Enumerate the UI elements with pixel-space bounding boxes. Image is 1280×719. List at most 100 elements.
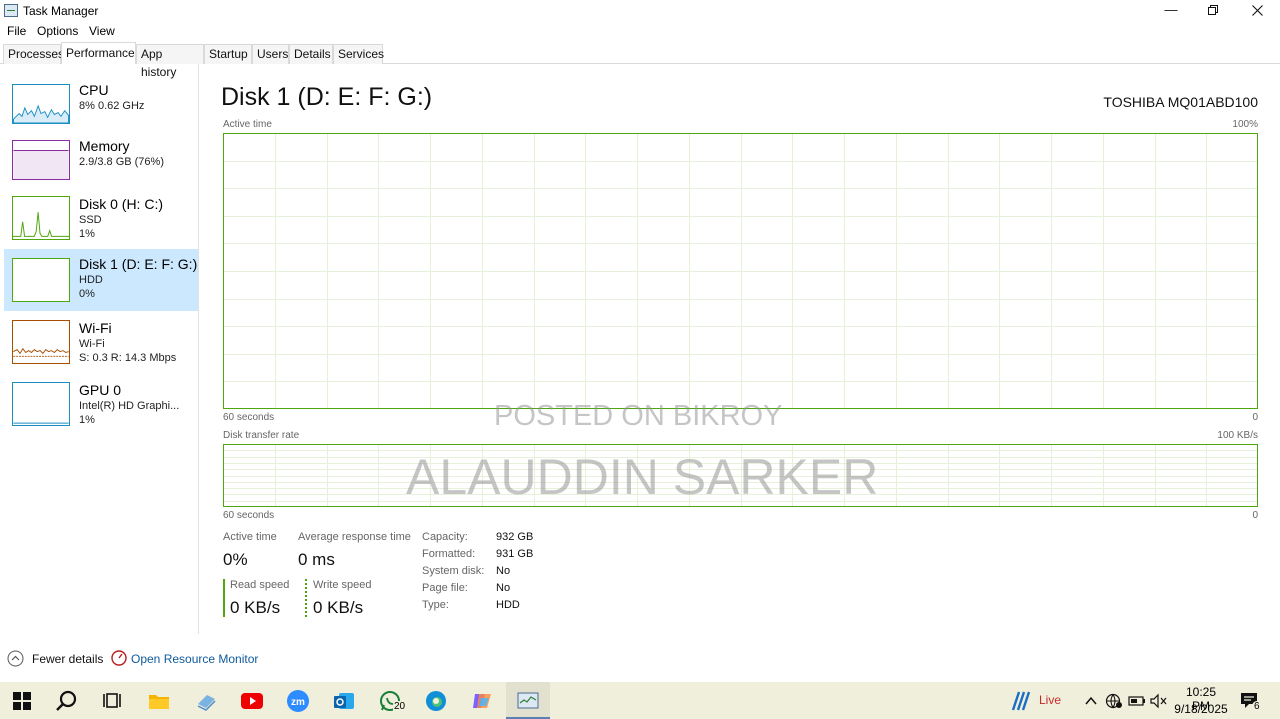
tab-app-history[interactable]: App history xyxy=(136,44,204,79)
sidebar-memory-name: Memory xyxy=(79,138,130,154)
detail-formatted-value: 931 GB xyxy=(496,548,534,560)
transfer-chart-max: 100 KB/s xyxy=(1217,430,1258,441)
disk0-thumbnail xyxy=(12,196,70,240)
detail-system-disk-key: System disk: xyxy=(422,565,485,577)
taskbar: zm 20 Live 10:25 PM 9/18/2025 6 xyxy=(0,682,1280,719)
memory-thumbnail xyxy=(12,140,70,180)
resource-sidebar: CPU 8% 0.62 GHz Memory 2.9/3.8 GB (76%) … xyxy=(0,64,199,634)
menu-view[interactable]: View xyxy=(89,24,115,38)
live-label[interactable]: Live xyxy=(1039,693,1061,707)
page-title: Disk 1 (D: E: F: G:) xyxy=(221,83,433,111)
sidebar-disk1-name: Disk 1 (D: E: F: G:) xyxy=(79,256,198,272)
sidebar-item-wifi[interactable]: Wi-Fi Wi-Fi S: 0.3 R: 14.3 Mbps xyxy=(4,302,198,364)
menu-file[interactable]: File xyxy=(7,24,26,38)
detail-type-value: HDD xyxy=(496,599,520,611)
tab-startup[interactable]: Startup xyxy=(204,44,252,64)
clock-date[interactable]: 9/18/2025 xyxy=(1174,702,1228,716)
notification-badge: 6 xyxy=(1252,701,1262,712)
minimize-button[interactable]: — xyxy=(1148,0,1194,22)
gpu0-thumbnail xyxy=(12,382,70,426)
disk-model: TOSHIBA MQ01ABD100 xyxy=(1103,94,1258,110)
search-icon[interactable] xyxy=(56,690,78,712)
windows-start-icon[interactable] xyxy=(13,692,31,710)
tab-processes[interactable]: Processes xyxy=(3,44,64,64)
active-time-chart-min: 0 xyxy=(1252,412,1258,423)
sidebar-gpu0-name: GPU 0 xyxy=(79,382,122,398)
outlook-icon[interactable] xyxy=(333,690,355,712)
resource-monitor-icon xyxy=(111,650,127,671)
sidebar-item-gpu0[interactable]: GPU 0 Intel(R) HD Graphi... 1% xyxy=(4,364,198,426)
active-time-chart-max: 100% xyxy=(1232,119,1258,130)
task-manager-icon xyxy=(4,4,18,17)
stat-read-speed-value: 0 KB/s xyxy=(230,598,281,617)
stat-active-time-value: 0% xyxy=(223,550,248,569)
detail-formatted-key: Formatted: xyxy=(422,548,476,560)
tab-details[interactable]: Details xyxy=(289,44,333,64)
live-cricket-icon[interactable] xyxy=(1009,690,1031,712)
close-icon xyxy=(1251,5,1263,16)
active-time-chart xyxy=(223,133,1258,409)
sidebar-item-memory[interactable]: Memory 2.9/3.8 GB (76%) xyxy=(4,120,198,182)
open-resource-monitor-link[interactable]: Open Resource Monitor xyxy=(131,652,258,666)
whatsapp-badge: 20 xyxy=(393,701,407,712)
sidebar-disk0-name: Disk 0 (H: C:) xyxy=(79,196,163,212)
chevron-up-icon[interactable] xyxy=(1084,694,1098,708)
sidebar-wifi-speed: S: 0.3 R: 14.3 Mbps xyxy=(79,352,177,364)
stat-read-speed-label: Read speed xyxy=(230,579,290,591)
battery-icon[interactable] xyxy=(1128,694,1146,708)
stat-write-speed-value: 0 KB/s xyxy=(313,598,364,617)
speaker-muted-icon[interactable] xyxy=(1150,693,1168,709)
sidebar-gpu0-model: Intel(R) HD Graphi... xyxy=(79,400,180,412)
tab-services[interactable]: Services xyxy=(333,44,384,64)
edge-browser-icon[interactable] xyxy=(425,690,447,712)
task-manager-taskbar-icon xyxy=(517,692,539,709)
task-manager-taskbar-button[interactable] xyxy=(506,682,550,719)
write-speed-marker xyxy=(305,579,307,617)
window-title: Task Manager xyxy=(23,4,99,18)
detail-capacity-key: Capacity: xyxy=(422,531,468,543)
transfer-chart-min: 0 xyxy=(1252,510,1258,521)
wifi-thumbnail xyxy=(12,320,70,364)
disk-detail-panel: Disk 1 (D: E: F: G:) TOSHIBA MQ01ABD100 … xyxy=(200,64,1280,634)
sidebar-item-cpu[interactable]: CPU 8% 0.62 GHz xyxy=(4,64,198,126)
zoom-icon[interactable]: zm xyxy=(287,690,309,712)
footer-bar: Fewer details Open Resource Monitor xyxy=(0,646,1280,672)
title-bar: Task Manager — xyxy=(0,0,1280,22)
detail-type-key: Type: xyxy=(422,599,449,611)
active-time-grid xyxy=(223,133,1258,409)
documents-app-icon[interactable] xyxy=(195,690,217,712)
transfer-chart-span: 60 seconds xyxy=(223,510,275,521)
youtube-icon[interactable] xyxy=(241,690,263,712)
detail-capacity-value: 932 GB xyxy=(496,531,534,543)
transfer-chart-label: Disk transfer rate xyxy=(223,430,300,441)
svg-text:zm: zm xyxy=(291,697,305,708)
sidebar-cpu-usage: 8% 0.62 GHz xyxy=(79,100,145,112)
tab-performance[interactable]: Performance xyxy=(61,42,136,64)
network-globe-icon[interactable] xyxy=(1105,693,1123,709)
sidebar-disk0-usage: 1% xyxy=(79,228,95,240)
sidebar-wifi-label: Wi-Fi xyxy=(79,338,105,350)
fewer-details-button[interactable] xyxy=(7,650,24,672)
detail-page-file-key: Page file: xyxy=(422,582,468,594)
tab-strip: Processes Performance App history Startu… xyxy=(0,42,1280,79)
sidebar-cpu-name: CPU xyxy=(79,82,109,98)
chevron-up-circle-icon xyxy=(7,650,24,667)
restore-button[interactable] xyxy=(1190,0,1236,22)
menu-options[interactable]: Options xyxy=(37,24,78,38)
task-view-icon[interactable] xyxy=(102,690,124,712)
close-button[interactable] xyxy=(1234,0,1280,22)
file-explorer-icon[interactable] xyxy=(148,690,170,712)
restore-icon xyxy=(1208,5,1218,15)
stat-avg-response-label: Average response time xyxy=(298,531,411,543)
stat-write-speed-label: Write speed xyxy=(313,579,372,591)
active-time-chart-label: Active time xyxy=(223,119,272,130)
sidebar-disk0-type: SSD xyxy=(79,214,102,226)
sidebar-memory-usage: 2.9/3.8 GB (76%) xyxy=(79,156,164,168)
tab-users[interactable]: Users xyxy=(252,44,289,64)
active-time-chart-span: 60 seconds xyxy=(223,412,275,423)
sidebar-gpu0-usage: 1% xyxy=(79,414,95,426)
sidebar-item-disk0[interactable]: Disk 0 (H: C:) SSD 1% xyxy=(4,178,198,240)
fewer-details-label[interactable]: Fewer details xyxy=(32,652,103,666)
read-speed-marker xyxy=(223,579,225,617)
copilot-icon[interactable] xyxy=(471,690,493,712)
